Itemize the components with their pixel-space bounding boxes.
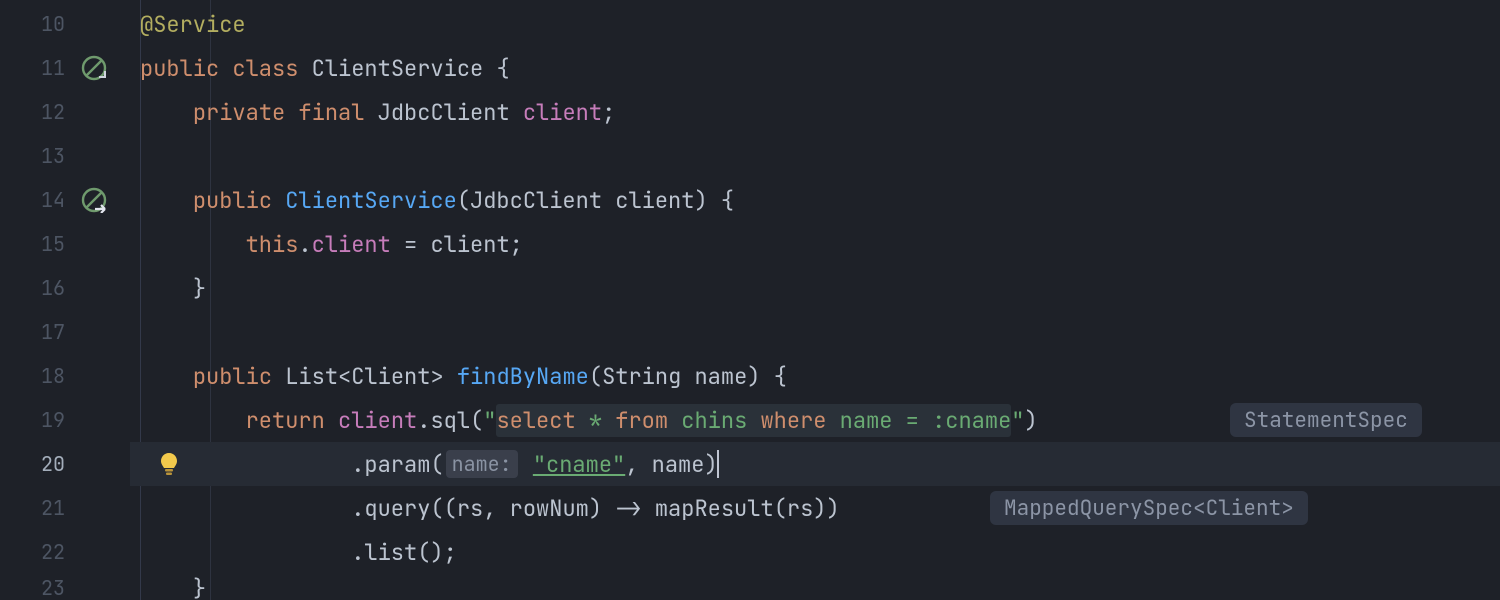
inlay-hint-return-type[interactable]: MappedQuerySpec<Client> [990, 491, 1308, 525]
method-name: findByName [457, 362, 589, 391]
annotation: @Service [140, 10, 246, 39]
line-number: 13 [0, 134, 130, 178]
line-number: 11 [0, 46, 130, 90]
line-number: 10 [0, 2, 130, 46]
code-line[interactable] [130, 134, 1500, 178]
line-number: 12 [0, 90, 130, 134]
no-inspection-icon[interactable] [80, 54, 108, 82]
gutter: 10 11 12 13 14 15 16 [0, 0, 130, 600]
string-literal: "cname" [533, 450, 625, 479]
parameter-hint: name: [446, 450, 518, 478]
code-line[interactable] [130, 310, 1500, 354]
line-number: 22 [0, 530, 130, 574]
line-number: 20 [0, 442, 130, 486]
code-line[interactable]: public List<Client> findByName(String na… [130, 354, 1500, 398]
line-number: 16 [0, 266, 130, 310]
code-line[interactable]: public ClientService(JdbcClient client) … [130, 178, 1500, 222]
code-line[interactable]: this.client = client; [130, 222, 1500, 266]
code-line-current[interactable]: .param(name: "cname", name) [130, 442, 1500, 486]
code-line[interactable]: return client.sql("select * from chins w… [130, 398, 1500, 442]
line-number: 14 [0, 178, 130, 222]
line-number: 17 [0, 310, 130, 354]
code-line[interactable]: } [130, 266, 1500, 310]
line-number: 23 [0, 574, 130, 600]
text-cursor [717, 450, 719, 478]
line-number: 21 [0, 486, 130, 530]
code-line[interactable]: .query((rs, rowNum) -> mapResult(rs)) Ma… [130, 486, 1500, 530]
code-line[interactable]: .list(); [130, 530, 1500, 574]
line-number: 18 [0, 354, 130, 398]
sql-string: select * from chins where name = :cname [496, 404, 1011, 437]
code-line[interactable]: public class ClientService { [130, 46, 1500, 90]
no-inspection-arrow-icon[interactable] [80, 186, 108, 214]
code-area[interactable]: @Service public class ClientService { pr… [130, 0, 1500, 600]
code-editor[interactable]: 10 11 12 13 14 15 16 [0, 0, 1500, 600]
constructor-name: ClientService [285, 186, 457, 215]
code-line[interactable]: } [130, 574, 1500, 600]
code-line[interactable]: @Service [130, 2, 1500, 46]
code-line[interactable]: private final JdbcClient client; [130, 90, 1500, 134]
class-name: ClientService [312, 54, 484, 83]
inlay-hint-return-type[interactable]: StatementSpec [1230, 403, 1422, 437]
line-number: 19 [0, 398, 130, 442]
line-number: 15 [0, 222, 130, 266]
